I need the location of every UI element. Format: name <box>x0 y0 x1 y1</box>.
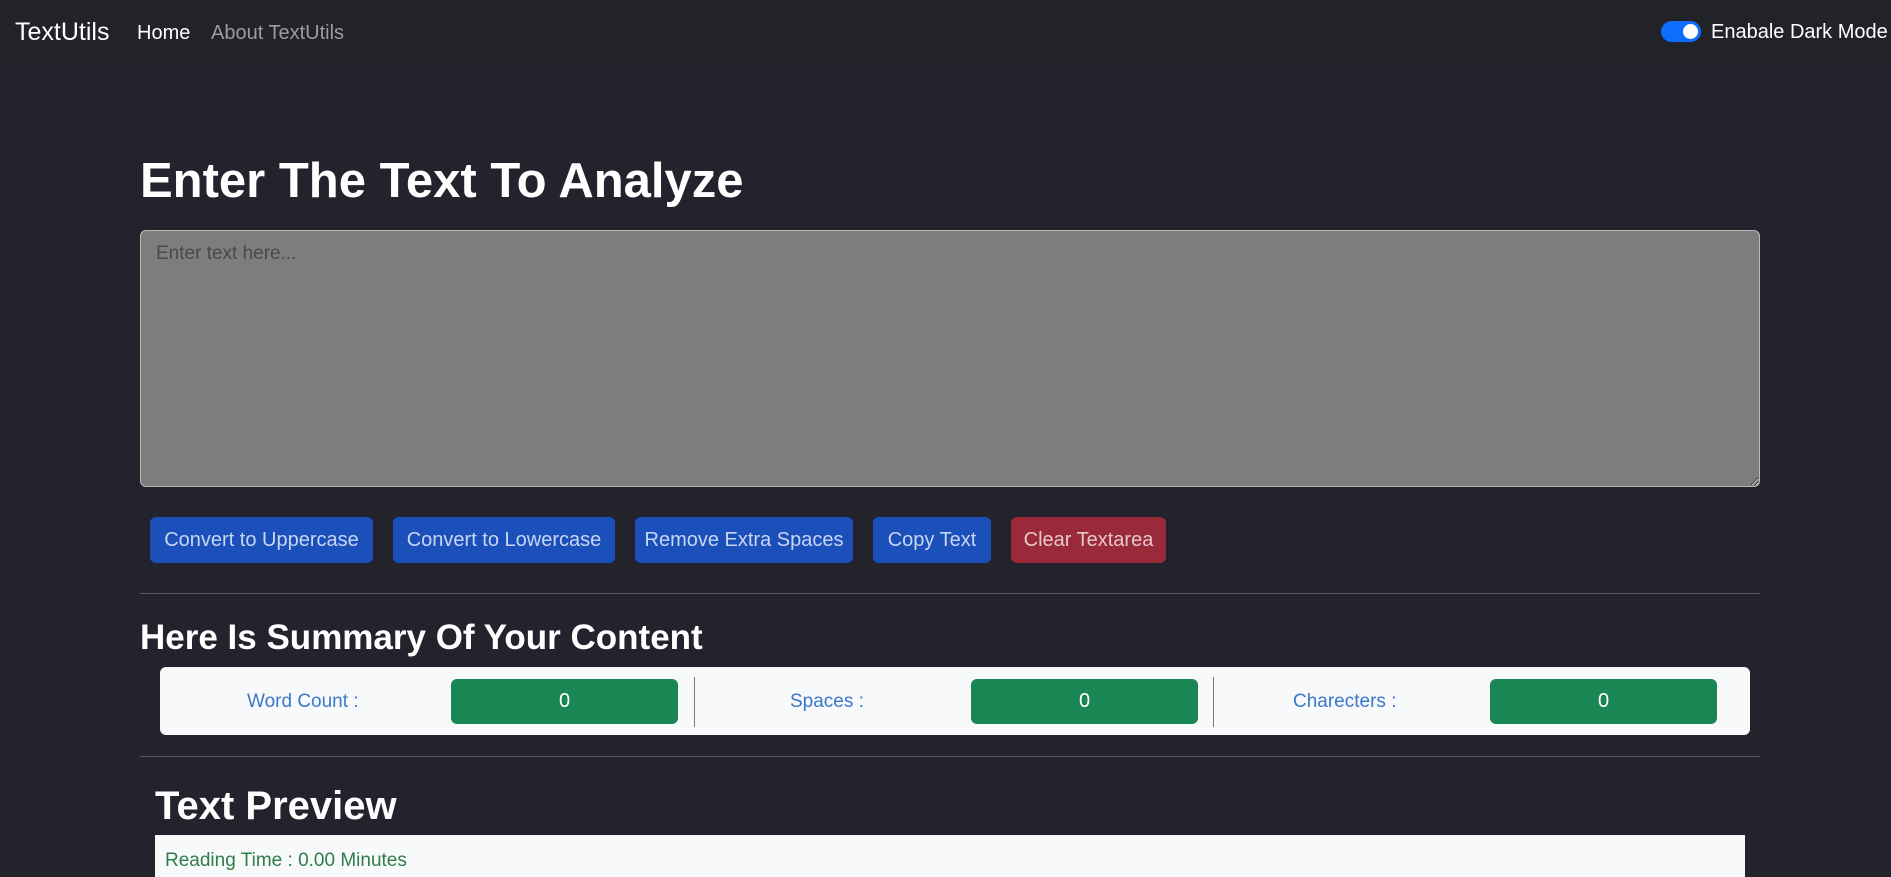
convert-lowercase-button[interactable]: Convert to Lowercase <box>393 517 615 563</box>
remove-extra-spaces-button[interactable]: Remove Extra Spaces <box>635 517 853 563</box>
dark-mode-label[interactable]: Enabale Dark Mode <box>1711 19 1888 45</box>
brand-link[interactable]: TextUtils <box>15 17 109 47</box>
toggle-knob <box>1683 24 1698 39</box>
nav-about-link[interactable]: About TextUtils <box>211 20 344 46</box>
navbar: TextUtils Home About TextUtils Enabale D… <box>0 0 1891 66</box>
spaces-value: 0 <box>971 679 1198 724</box>
word-count-value: 0 <box>451 679 678 724</box>
spaces-label: Spaces : <box>790 691 864 712</box>
word-count-label: Word Count : <box>247 691 359 712</box>
clear-textarea-button[interactable]: Clear Textarea <box>1011 517 1166 563</box>
page-title: Enter The Text To Analyze <box>140 154 744 208</box>
convert-uppercase-button[interactable]: Convert to Uppercase <box>150 517 373 563</box>
characters-label: Charecters : <box>1293 691 1397 712</box>
characters-value: 0 <box>1490 679 1717 724</box>
summary-card: Word Count : 0 Spaces : 0 Charecters : 0 <box>160 667 1750 735</box>
dark-mode-toggle[interactable] <box>1661 21 1701 42</box>
text-input-area[interactable] <box>140 230 1760 487</box>
stat-divider <box>694 677 695 727</box>
summary-heading: Here Is Summary Of Your Content <box>140 618 703 657</box>
stat-divider <box>1213 677 1214 727</box>
preview-box: Reading Time : 0.00 Minutes <box>155 835 1745 877</box>
divider <box>140 593 1760 594</box>
reading-time-text: Reading Time : 0.00 Minutes <box>165 850 407 871</box>
preview-heading: Text Preview <box>155 784 397 828</box>
divider <box>140 756 1760 757</box>
nav-home-link[interactable]: Home <box>137 20 190 46</box>
copy-text-button[interactable]: Copy Text <box>873 517 991 563</box>
